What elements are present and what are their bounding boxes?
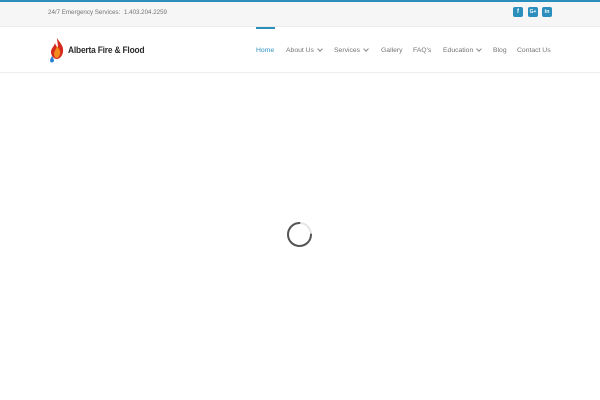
nav-services-label: Services <box>334 46 361 54</box>
site-header: Alberta Fire & Flood Home About Us Servi… <box>0 27 600 73</box>
nav-about-us-label: About Us <box>286 46 314 54</box>
nav-faqs[interactable]: FAQ's <box>413 27 431 73</box>
nav-home[interactable]: Home <box>256 27 275 73</box>
flame-drop-icon <box>50 38 64 63</box>
nav-contact-us[interactable]: Contact Us <box>517 27 551 73</box>
loading-spinner-icon <box>287 222 312 247</box>
emergency-label: 24/7 Emergency Services: <box>48 9 121 16</box>
emergency-phone[interactable]: 1.403.204.2259 <box>124 9 167 16</box>
nav-education[interactable]: Education <box>443 27 483 73</box>
facebook-icon[interactable]: f <box>513 7 523 17</box>
nav-gallery-label: Gallery <box>381 46 403 54</box>
linkedin-icon[interactable]: in <box>542 7 552 17</box>
logo-text: Alberta Fire & Flood <box>68 44 145 56</box>
emergency-services-text: 24/7 Emergency Services: 1.403.204.2259 <box>48 9 167 16</box>
nav-contact-us-label: Contact Us <box>517 46 551 54</box>
chevron-down-icon <box>363 46 369 52</box>
nav-services[interactable]: Services <box>334 27 369 73</box>
nav-gallery[interactable]: Gallery <box>381 27 403 73</box>
nav-blog-label: Blog <box>493 46 507 54</box>
nav-home-label: Home <box>256 46 275 54</box>
nav-faqs-label: FAQ's <box>413 46 432 54</box>
nav-about-us[interactable]: About Us <box>286 27 323 73</box>
site-logo[interactable]: Alberta Fire & Flood <box>48 37 155 63</box>
chevron-down-icon <box>476 46 483 52</box>
chevron-down-icon <box>317 46 323 52</box>
google-plus-icon[interactable]: G+ <box>528 7 538 17</box>
top-bar: 24/7 Emergency Services: 1.403.204.2259 … <box>0 2 600 27</box>
nav-blog[interactable]: Blog <box>493 27 507 73</box>
nav-education-label: Education <box>443 46 474 54</box>
